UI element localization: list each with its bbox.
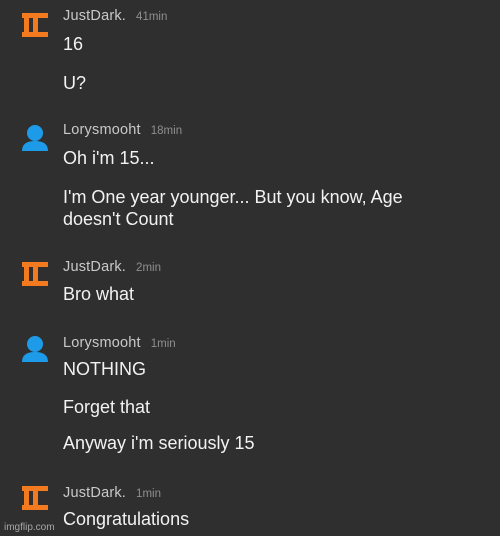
message-text: Bro what	[63, 284, 135, 304]
message-text: I'm One year younger... But you know, Ag…	[63, 187, 403, 207]
orange-logo-icon[interactable]	[20, 10, 50, 40]
message-text: Forget that	[63, 397, 151, 417]
username[interactable]: JustDark. 2min	[63, 259, 161, 275]
watermark: imgflip.com	[4, 522, 55, 533]
timestamp: 1min	[150, 338, 176, 350]
timestamp: 18min	[150, 125, 183, 137]
username-text: JustDark.	[63, 8, 127, 24]
username[interactable]: JustDark. 41min	[63, 8, 167, 24]
username-text: Lorysmooht	[63, 122, 141, 138]
username[interactable]: JustDark. 1min	[63, 485, 161, 501]
message-text: Congratulations	[63, 509, 190, 529]
orange-logo-icon[interactable]	[20, 259, 50, 289]
message-text: NOTHING	[63, 359, 146, 379]
message-text: 16	[63, 34, 84, 54]
message-text: doesn't Count	[63, 209, 174, 229]
username-text: Lorysmooht	[63, 335, 141, 351]
message-text: Oh i'm 15...	[63, 148, 155, 168]
username[interactable]: Lorysmooht 18min	[63, 122, 182, 138]
blue-user-icon[interactable]	[20, 124, 50, 154]
username-text: JustDark.	[63, 259, 127, 275]
blue-user-icon[interactable]	[20, 335, 50, 365]
orange-logo-icon[interactable]	[20, 483, 50, 513]
username[interactable]: Lorysmooht 1min	[63, 335, 176, 351]
message-text: Anyway i'm seriously 15	[63, 433, 255, 453]
timestamp: 1min	[136, 488, 161, 500]
timestamp: 41min	[136, 11, 168, 23]
username-text: JustDark.	[63, 485, 127, 501]
message-text: U?	[63, 73, 87, 93]
timestamp: 2min	[136, 262, 161, 274]
